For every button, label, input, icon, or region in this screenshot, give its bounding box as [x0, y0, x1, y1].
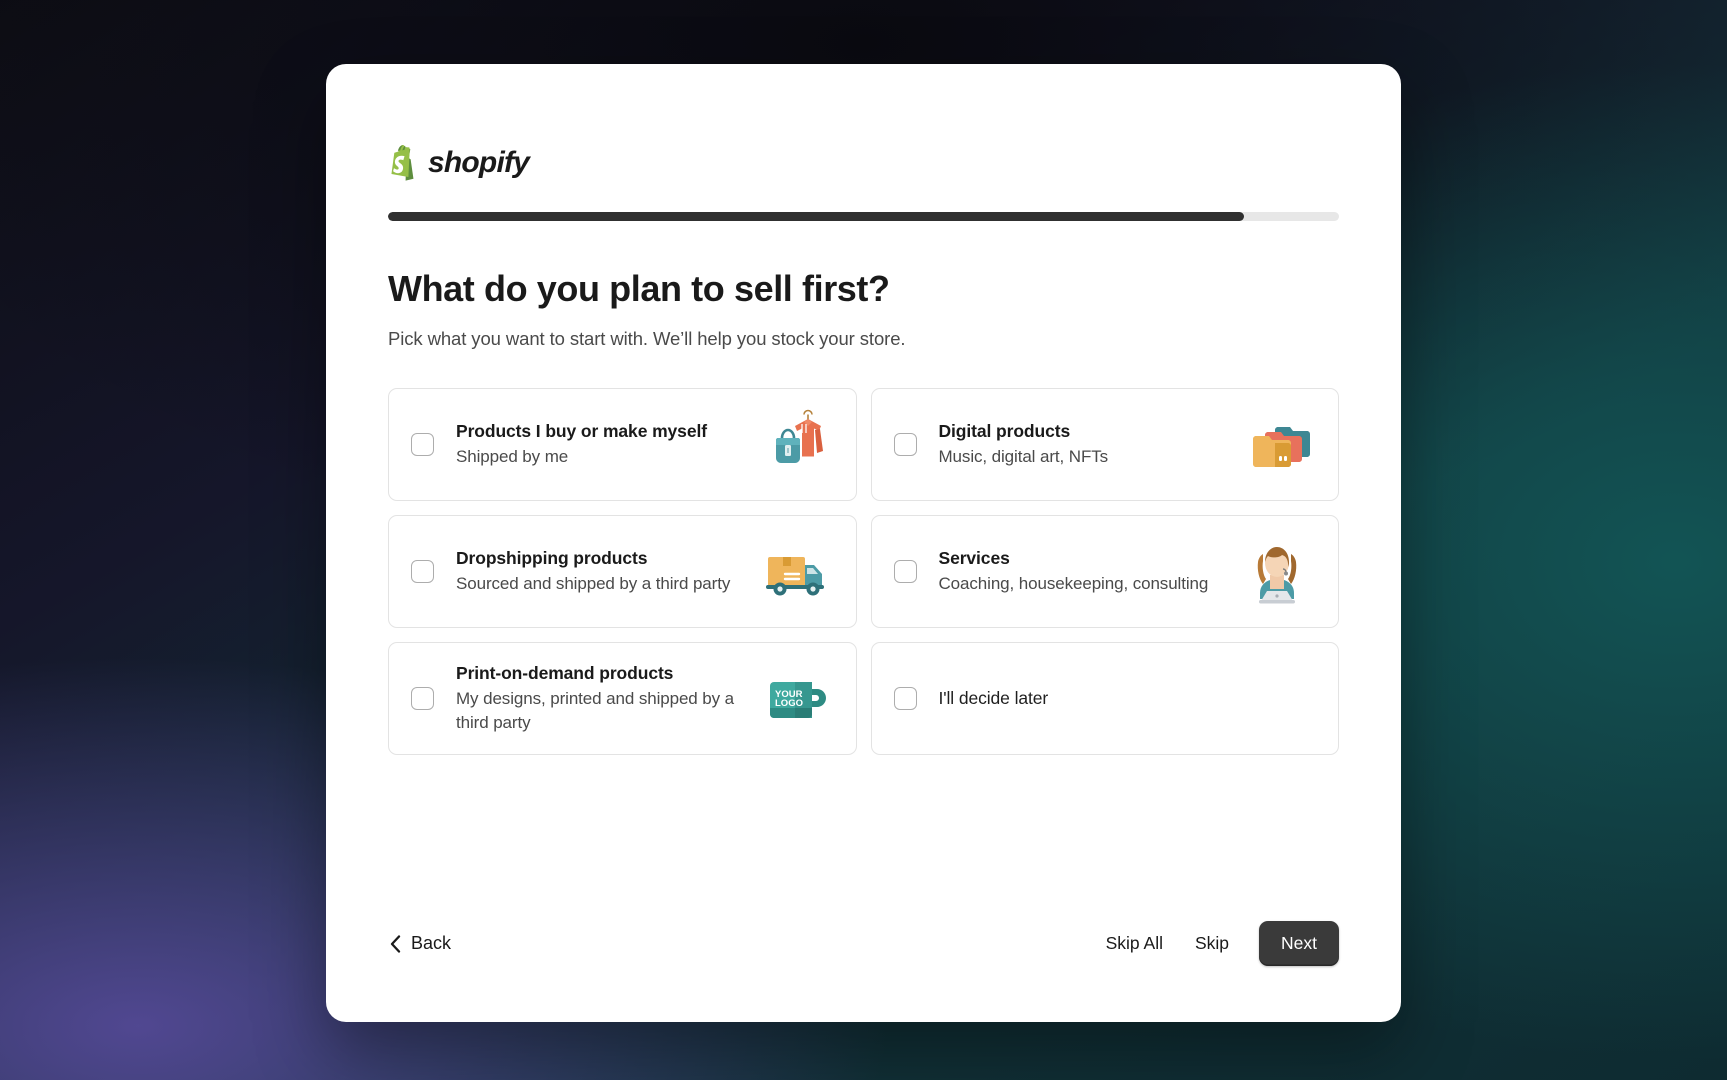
checkbox-dropshipping-products[interactable] [411, 560, 434, 583]
skip-button[interactable]: Skip [1193, 927, 1231, 960]
card-footer: Back Skip All Skip Next [388, 921, 1339, 966]
footer-actions: Skip All Skip Next [1104, 921, 1339, 966]
shopify-bag-icon [388, 145, 419, 181]
option-description: My designs, printed and shipped by a thi… [456, 689, 735, 733]
option-title: Dropshipping products [456, 547, 648, 568]
option-title: Services [938, 547, 1010, 568]
option-text: I'll decide later [939, 687, 1321, 711]
option-text: Products I buy or make myself Shipped by… [456, 420, 752, 470]
checkbox-services[interactable] [893, 560, 917, 583]
option-card-dropshipping-products[interactable]: Dropshipping products Sourced and shippe… [388, 515, 857, 628]
option-text: Dropshipping products Sourced and shippe… [456, 547, 752, 597]
person-with-laptop-icon [1234, 529, 1320, 615]
next-button[interactable]: Next [1259, 921, 1339, 966]
skip-all-button[interactable]: Skip All [1104, 927, 1165, 960]
checkbox-ill-decide-later[interactable] [893, 687, 917, 710]
folders-icon [1234, 402, 1320, 488]
page-title: What do you plan to sell first? [388, 268, 890, 309]
mug-with-logo-icon: YOUR LOGO [752, 656, 838, 742]
option-title: Products I buy or make myself [456, 420, 707, 441]
handbag-and-hoodie-icon [752, 402, 838, 488]
option-title: I'll decide later [938, 687, 1049, 708]
brand-logo: shopify [388, 142, 1339, 184]
option-text: Print-on-demand products My designs, pri… [456, 662, 752, 736]
option-title: Digital products [938, 420, 1071, 441]
brand-name: shopify [428, 146, 530, 179]
option-card-products-i-buy-or-make[interactable]: Products I buy or make myself Shipped by… [388, 388, 857, 501]
option-card-digital-products[interactable]: Digital products Music, digital art, NFT… [870, 388, 1339, 501]
option-card-print-on-demand[interactable]: Print-on-demand products My designs, pri… [388, 642, 857, 755]
option-text: Digital products Music, digital art, NFT… [939, 420, 1235, 470]
option-text: Services Coaching, housekeeping, consult… [939, 547, 1235, 597]
progress-bar-fill [388, 212, 1244, 221]
option-title: Print-on-demand products [456, 662, 674, 683]
onboarding-card: shopify What do you plan to sell first? … [326, 64, 1401, 1022]
option-description: Shipped by me [456, 447, 569, 467]
option-card-services[interactable]: Services Coaching, housekeeping, consult… [870, 515, 1339, 628]
option-description: Coaching, housekeeping, consulting [938, 574, 1209, 594]
option-grid: Products I buy or make myself Shipped by… [388, 388, 1339, 755]
option-description: Sourced and shipped by a third party [456, 574, 731, 594]
progress-bar [388, 212, 1339, 221]
mug-logo-line2: LOGO [775, 698, 803, 709]
checkbox-products-i-buy-or-make[interactable] [411, 433, 434, 456]
chevron-left-icon [390, 934, 401, 953]
page-subtitle: Pick what you want to start with. We’ll … [388, 328, 906, 349]
delivery-truck-icon [752, 529, 838, 615]
checkbox-print-on-demand[interactable] [411, 687, 434, 710]
back-button[interactable]: Back [388, 927, 453, 960]
back-button-label: Back [411, 933, 452, 953]
checkbox-digital-products[interactable] [893, 433, 917, 456]
option-card-ill-decide-later[interactable]: I'll decide later [870, 642, 1339, 755]
option-description: Music, digital art, NFTs [938, 447, 1109, 467]
